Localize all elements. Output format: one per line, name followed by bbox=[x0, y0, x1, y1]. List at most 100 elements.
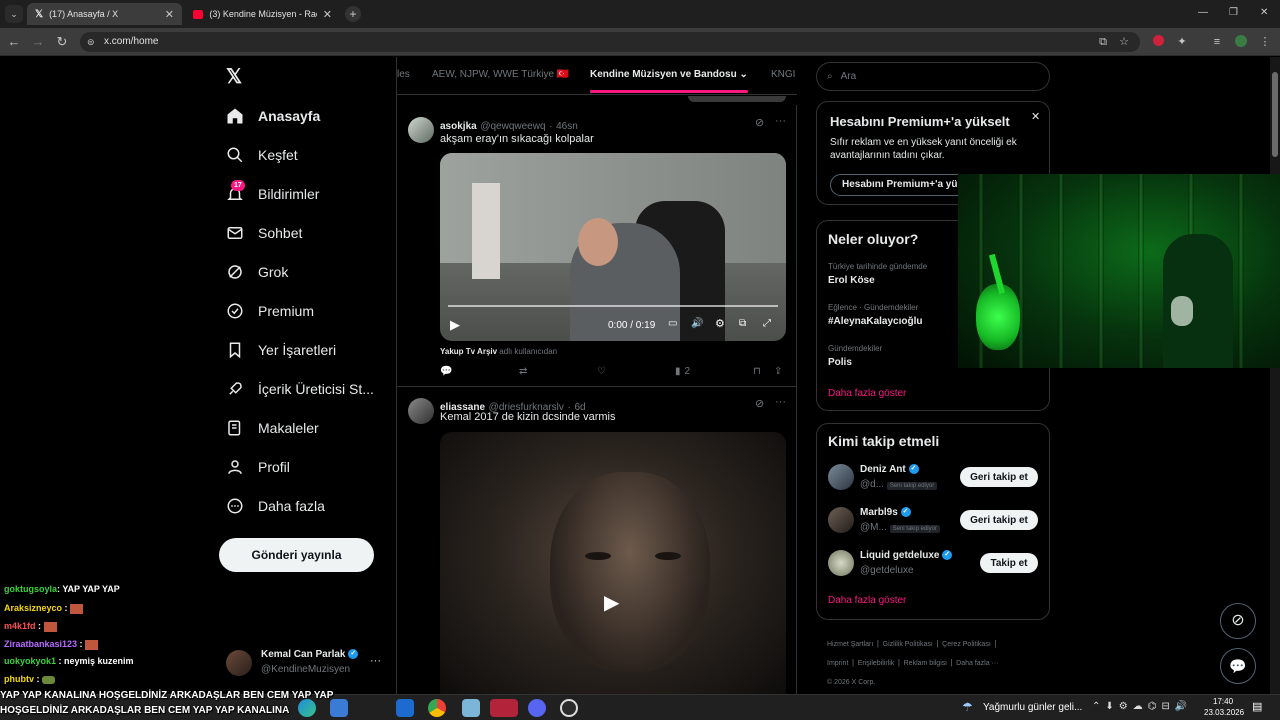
tray-icons[interactable]: ⌃⬇⚙☁⌬⊟🔊 bbox=[1092, 701, 1192, 712]
share-icon[interactable]: ⇪ bbox=[774, 366, 782, 377]
weather-icon[interactable]: ☂ bbox=[962, 700, 973, 714]
clock-time[interactable]: 17:40 bbox=[1213, 697, 1233, 706]
footer-link[interactable]: Daha fazla ··· bbox=[956, 660, 998, 667]
minimize-button[interactable]: — bbox=[1198, 7, 1208, 18]
follow-back-button[interactable]: Geri takip et bbox=[960, 510, 1038, 530]
grok-icon[interactable]: ⊘ bbox=[755, 116, 764, 129]
play-icon[interactable]: ▶ bbox=[604, 590, 619, 615]
tweet[interactable]: asokjka @qewqweewq · 46sn ⊘ ··· akşam er… bbox=[397, 107, 797, 387]
extensions-puzzle-icon[interactable]: ✦ bbox=[1175, 35, 1189, 49]
close-window-button[interactable]: ✕ bbox=[1260, 7, 1268, 18]
grok-float-button[interactable]: ⊘ bbox=[1220, 603, 1256, 639]
extension-red-icon[interactable] bbox=[1151, 35, 1165, 49]
footer-link[interactable]: Imprint bbox=[827, 660, 848, 667]
video-progress-bar[interactable] bbox=[448, 305, 778, 307]
install-app-icon[interactable]: ⧉ bbox=[1096, 35, 1110, 49]
tweet-author-name[interactable]: asokjka bbox=[440, 121, 477, 132]
captions-icon[interactable]: ▭ bbox=[668, 318, 677, 329]
picture-in-picture-icon[interactable]: ⧉ bbox=[739, 318, 746, 329]
app-taskbar-icon[interactable] bbox=[462, 699, 480, 717]
follow-back-button[interactable]: Geri takip et bbox=[960, 467, 1038, 487]
media-control-icon[interactable]: ≡ bbox=[1210, 35, 1224, 49]
tab-youtube[interactable]: (3) Kendine Müzisyen - Raedm ✕ bbox=[185, 3, 340, 25]
nav-item-more[interactable]: Daha fazla bbox=[226, 494, 325, 518]
footer-link[interactable]: Hizmet Şartları bbox=[827, 641, 873, 648]
edge-taskbar-icon[interactable] bbox=[298, 699, 316, 717]
fullscreen-icon[interactable]: ⤢ bbox=[763, 318, 771, 329]
bookmark-star-icon[interactable]: ☆ bbox=[1117, 35, 1131, 49]
premium-button[interactable]: Hesabını Premium+'a yü bbox=[830, 174, 970, 196]
tab-search-button[interactable]: ⌄ bbox=[5, 5, 23, 23]
tweet-time[interactable]: 46sn bbox=[556, 121, 578, 132]
close-icon[interactable]: ✕ bbox=[1031, 110, 1040, 123]
grok-icon[interactable]: ⊘ bbox=[755, 397, 764, 410]
post-button[interactable]: Gönderi yayınla bbox=[219, 538, 374, 572]
url-bar[interactable] bbox=[80, 32, 1140, 52]
play-icon[interactable]: ▶ bbox=[450, 317, 460, 333]
attribution-name[interactable]: Yakup Tv Arşiv bbox=[440, 347, 497, 356]
url-text[interactable]: x.com/home bbox=[104, 36, 158, 47]
footer-link[interactable]: Erişilebilirlik bbox=[858, 660, 895, 667]
forward-arrow-icon[interactable]: → bbox=[30, 34, 46, 50]
like-icon[interactable]: ♡ bbox=[597, 366, 606, 377]
stream-app-taskbar-icon[interactable] bbox=[490, 699, 518, 717]
tweet-video[interactable]: ▶ bbox=[440, 432, 786, 694]
tweet[interactable]: eliassane @driesfurknarslv · 6d ⊘ ··· Ke… bbox=[397, 388, 797, 694]
trend-item[interactable]: Türkiye tarihinde gündemde Erol Köse bbox=[828, 262, 927, 286]
trends-show-more[interactable]: Daha fazla göster bbox=[828, 388, 906, 399]
nav-item-profile[interactable]: Profil bbox=[226, 455, 290, 479]
notification-center-icon[interactable]: ▤ bbox=[1252, 700, 1262, 713]
search-input[interactable]: ⌕ Ara bbox=[816, 62, 1050, 91]
trend-item[interactable]: Gündemdekiler Polis bbox=[828, 344, 882, 368]
follow-user[interactable]: Deniz Ant ✓ @d... Seni takip ediyor Geri… bbox=[828, 464, 1040, 494]
clock-date[interactable]: 23.03.2026 bbox=[1204, 708, 1244, 717]
obs-taskbar-icon[interactable] bbox=[560, 699, 578, 717]
messages-float-button[interactable]: 💬 bbox=[1220, 648, 1256, 684]
tweet-more-icon[interactable]: ··· bbox=[775, 115, 786, 127]
reload-icon[interactable]: ↻ bbox=[54, 34, 70, 50]
trend-item[interactable]: Eğlence · Gündemdekiler #AleynaKalaycıoğ… bbox=[828, 303, 922, 327]
tweet-more-icon[interactable]: ··· bbox=[775, 396, 786, 408]
mail-taskbar-icon[interactable] bbox=[396, 699, 414, 717]
weather-text[interactable]: Yağmurlu günler geli... bbox=[983, 702, 1082, 713]
x-logo[interactable]: 𝕏 bbox=[226, 64, 242, 89]
discord-taskbar-icon[interactable] bbox=[528, 699, 546, 717]
footer-link[interactable]: Reklam bilgisi bbox=[904, 660, 947, 667]
bookmark-icon[interactable]: ⊓ bbox=[753, 366, 761, 377]
settings-gear-icon[interactable]: ⚙ bbox=[715, 317, 725, 330]
close-tab-icon[interactable]: ✕ bbox=[165, 8, 174, 21]
nav-item-explore[interactable]: Keşfet bbox=[226, 143, 298, 167]
nav-item-notifications[interactable]: 17 Bildirimler bbox=[226, 180, 319, 206]
tab-kendine-muzisyen[interactable]: Kendine Müzisyen ve Bandosu ⌄ bbox=[590, 69, 748, 80]
site-info-icon[interactable]: ⊜ bbox=[87, 37, 95, 48]
tab-aew[interactable]: AEW, NJPW, WWE Türkiye 🇹🇷 bbox=[432, 69, 569, 80]
nav-item-grok[interactable]: Grok bbox=[226, 260, 288, 284]
repost-icon[interactable]: ⇄ bbox=[519, 366, 527, 377]
scrollbar-thumb[interactable] bbox=[1272, 72, 1278, 157]
tab-partial[interactable]: les bbox=[397, 69, 410, 80]
page-scrollbar[interactable] bbox=[1270, 57, 1280, 694]
new-tab-button[interactable]: + bbox=[345, 6, 361, 22]
restore-button[interactable]: ❐ bbox=[1229, 7, 1238, 18]
nav-item-creator-studio[interactable]: İçerik Üreticisi St... bbox=[226, 377, 374, 401]
reply-icon[interactable]: 💬 bbox=[440, 366, 452, 377]
nav-item-premium[interactable]: Premium bbox=[226, 299, 314, 323]
nav-item-articles[interactable]: Makaleler bbox=[226, 416, 319, 440]
follow-user[interactable]: Marbl9s ✓ @M... Seni takip ediyor Geri t… bbox=[828, 507, 1040, 537]
chrome-taskbar-icon[interactable] bbox=[428, 699, 446, 717]
back-arrow-icon[interactable]: ← bbox=[6, 34, 22, 50]
tab-kngi[interactable]: KNGI bbox=[771, 69, 795, 80]
footer-link[interactable]: Çerez Politikası bbox=[942, 641, 991, 648]
volume-icon[interactable]: 🔊 bbox=[691, 318, 703, 329]
follow-button[interactable]: Takip et bbox=[980, 553, 1038, 573]
follow-show-more[interactable]: Daha fazla göster bbox=[828, 595, 906, 606]
nav-item-chat[interactable]: Sohbet bbox=[226, 221, 302, 245]
account-more-icon[interactable]: ··· bbox=[370, 655, 381, 667]
tab-x-home[interactable]: 𝕏 (17) Anasayfa / X ✕ bbox=[27, 3, 182, 25]
close-tab-icon[interactable]: ✕ bbox=[323, 8, 332, 21]
browser-menu-icon[interactable]: ⋮ bbox=[1258, 35, 1272, 49]
follow-user[interactable]: Liquid getdeluxe ✓ @getdeluxe Takip et bbox=[828, 550, 1040, 580]
store-taskbar-icon[interactable] bbox=[330, 699, 348, 717]
views-count[interactable]: ▮ 2 bbox=[675, 366, 690, 377]
nav-item-home[interactable]: Anasayfa bbox=[226, 104, 320, 128]
